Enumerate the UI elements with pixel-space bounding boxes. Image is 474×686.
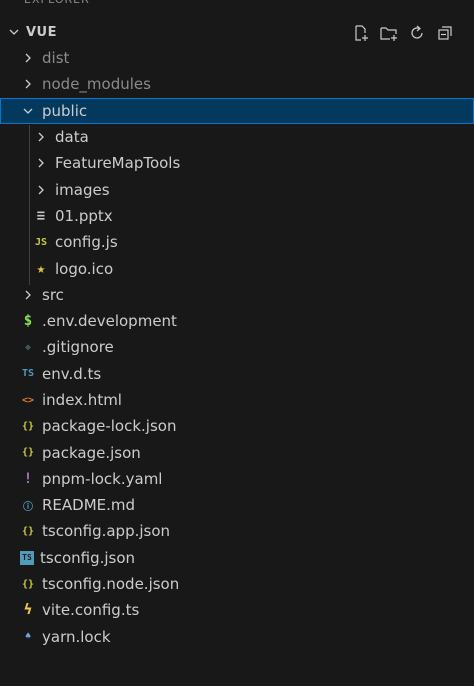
tree-item-label: yarn.lock [42, 627, 111, 646]
tree-file-row[interactable]: ★ logo.ico [0, 255, 474, 281]
html-icon: <> [21, 394, 35, 406]
tree-file-row[interactable]: JS config.js [0, 229, 474, 255]
new-folder-icon[interactable] [378, 22, 400, 44]
tree-item-label: config.js [55, 233, 118, 252]
json-icon: {} [21, 447, 35, 459]
chevron-down-icon [6, 24, 22, 40]
chevron-right-icon [33, 182, 49, 198]
tree-file-row[interactable]: <> index.html [0, 387, 474, 413]
tree-folder-row[interactable]: data [0, 124, 474, 150]
js-icon: JS [34, 236, 48, 248]
lines-icon: ≡ [36, 207, 46, 224]
tree-item-label: env.d.ts [42, 364, 102, 383]
chevron-down-icon [20, 103, 36, 119]
section-header-vue[interactable]: VUE [0, 18, 474, 46]
tree-folder-row[interactable]: images [0, 176, 474, 202]
explorer-actions [350, 22, 456, 44]
git-icon: ◆ [24, 341, 32, 353]
chevron-right-icon [33, 155, 49, 171]
file-tree: dist node_modulespublic data FeatureMapTool… [0, 45, 474, 650]
tree-folder-row[interactable]: public [0, 97, 474, 124]
tree-item-label: public [42, 101, 88, 120]
json-icon: {} [21, 420, 35, 432]
chevron-right-icon [20, 50, 36, 66]
tree-file-row[interactable]: ⓘ README.md [0, 492, 474, 518]
tree-item-label: data [55, 128, 89, 147]
tree-item-label: .gitignore [42, 338, 114, 357]
tree-item-label: .env.development [42, 312, 177, 331]
new-file-icon[interactable] [350, 22, 372, 44]
tree-item-label: tsconfig.node.json [42, 575, 180, 594]
chevron-right-icon [33, 129, 49, 145]
json-icon: {} [21, 525, 35, 537]
tree-file-row[interactable]: TS tsconfig.json [0, 545, 474, 571]
tree-item-label: images [55, 180, 110, 199]
tree-file-row[interactable]: ! pnpm-lock.yaml [0, 466, 474, 492]
tree-item-label: vite.config.ts [42, 601, 140, 620]
info-icon: ⓘ [23, 501, 33, 513]
tree-folder-row[interactable]: dist [0, 45, 474, 71]
tree-item-label: tsconfig.json [40, 548, 136, 567]
tree-file-row[interactable]: {} package-lock.json [0, 413, 474, 439]
tree-folder-row[interactable]: FeatureMapTools [0, 150, 474, 176]
tree-file-row[interactable]: {} package.json [0, 439, 474, 465]
section-title: VUE [26, 24, 57, 40]
chevron-right-icon [20, 287, 36, 303]
tree-file-row[interactable]: ◆ .gitignore [0, 334, 474, 360]
tree-item-label: tsconfig.app.json [42, 522, 171, 541]
tree-folder-row[interactable]: node_modules [0, 71, 474, 97]
tree-item-label: src [42, 285, 64, 304]
tree-item-label: 01.pptx [55, 206, 113, 225]
tree-item-label: package.json [42, 443, 141, 462]
tree-file-row[interactable]: {} tsconfig.node.json [0, 571, 474, 597]
tree-item-label: README.md [42, 496, 136, 515]
tree-item-label: FeatureMapTools [55, 154, 181, 173]
tree-folder-row[interactable]: src [0, 282, 474, 308]
tree-file-row[interactable]: {} tsconfig.app.json [0, 518, 474, 544]
vite-icon: ϟ [23, 602, 33, 619]
tree-item-label: dist [42, 49, 70, 68]
tree-file-row[interactable]: ϟ vite.config.ts [0, 597, 474, 623]
tree-file-row[interactable]: TS env.d.ts [0, 361, 474, 387]
collapse-all-icon[interactable] [434, 22, 456, 44]
yarn-icon: ♠ [24, 631, 32, 643]
tree-file-row[interactable]: $ .env.development [0, 308, 474, 334]
tsconfig-icon: TS [20, 550, 34, 565]
tree-item-label: pnpm-lock.yaml [42, 469, 163, 488]
json-icon: {} [21, 578, 35, 590]
tree-item-label: package-lock.json [42, 417, 177, 436]
explorer-header: EXPLORER [0, 0, 474, 8]
tree-item-label: logo.ico [55, 259, 114, 278]
tree-file-row[interactable]: ≡ 01.pptx [0, 203, 474, 229]
chevron-right-icon [20, 76, 36, 92]
star-icon: ★ [36, 260, 46, 277]
ts-icon: TS [21, 368, 35, 380]
yaml-icon: ! [23, 470, 33, 487]
tree-file-row[interactable]: ♠ yarn.lock [0, 624, 474, 650]
refresh-icon[interactable] [406, 22, 428, 44]
tree-item-label: node_modules [42, 75, 151, 94]
tree-item-label: index.html [42, 391, 122, 409]
dollar-icon: $ [23, 313, 33, 330]
